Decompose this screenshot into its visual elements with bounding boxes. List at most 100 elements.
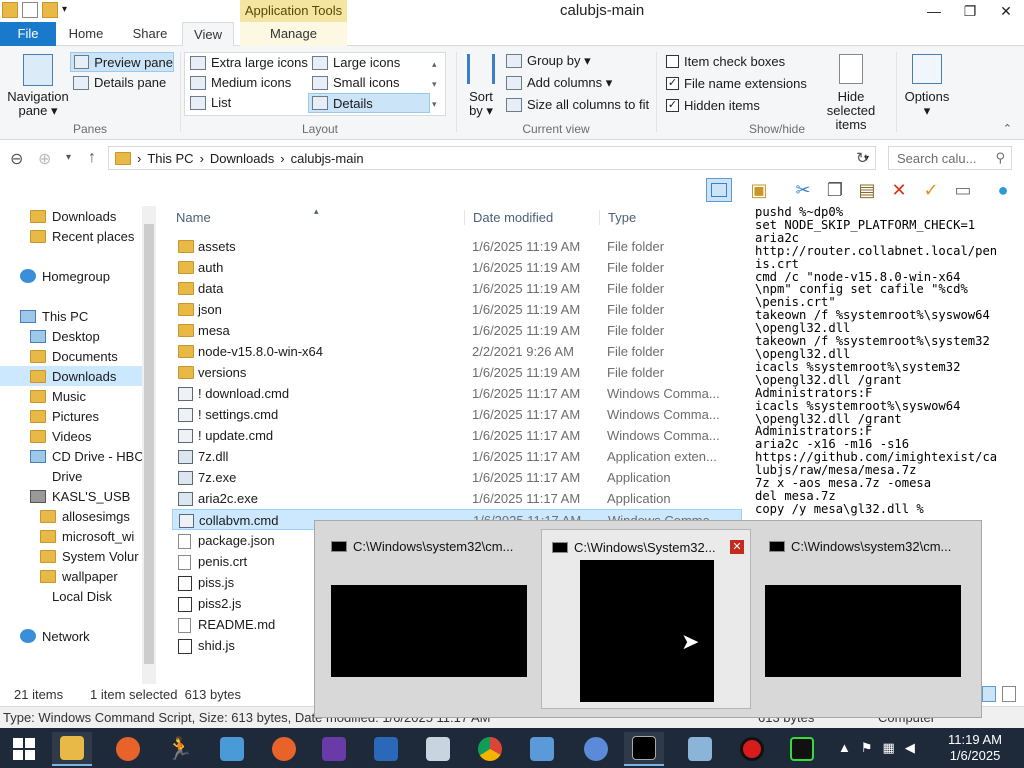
extra-large-icons-option[interactable]: Extra large icons [190, 55, 308, 70]
thumbnail-cmd-3[interactable]: C:\Windows\system32\cm... [759, 529, 969, 709]
start-button[interactable] [4, 732, 44, 766]
nav-item-drive[interactable]: Drive [30, 466, 82, 486]
hidden-items-toggle[interactable]: ✓ Hidden items [666, 98, 760, 113]
details-pane-button[interactable]: Details pane [73, 75, 166, 90]
layout-scroll-icon[interactable]: ▴ ▾ ▾ [432, 54, 437, 114]
nav-item-music[interactable]: Music [30, 386, 86, 406]
rename-icon[interactable]: ▭ [950, 178, 976, 202]
properties-icon[interactable] [22, 2, 38, 18]
hide-selected-items-button[interactable]: Hide selected items [812, 54, 890, 132]
thumbnail-cmd-1[interactable]: C:\Windows\system32\cm... [321, 529, 531, 709]
collapse-ribbon-icon[interactable]: ⌃ [1003, 122, 1012, 135]
file-row[interactable]: ! download.cmd 1/6/2025 11:17 AM Windows C… [172, 383, 742, 404]
tab-view[interactable]: View [182, 22, 234, 47]
file-row[interactable]: json 1/6/2025 11:19 AM File folder [172, 299, 742, 320]
nav-item-network[interactable]: Network [20, 626, 90, 646]
sort-by-button[interactable]: Sort by ▾ [464, 54, 498, 118]
nav-item-recent-places[interactable]: Recent places [30, 226, 134, 246]
qat-dropdown-icon[interactable]: ▾ [62, 2, 67, 18]
options-button[interactable]: Options ▾ [902, 54, 952, 118]
forward-button[interactable]: ⊕ [38, 149, 51, 169]
delete-icon[interactable]: ✕ [886, 178, 912, 202]
nav-scrollbar-thumb[interactable] [144, 224, 154, 664]
clock[interactable]: 11:19 AM 1/6/2025 [948, 732, 1002, 764]
nav-item-pictures[interactable]: Pictures [30, 406, 99, 426]
nav-item-homegroup[interactable]: Homegroup [20, 266, 110, 286]
file-row[interactable]: versions 1/6/2025 11:19 AM File folder [172, 362, 742, 383]
folder-icon[interactable] [2, 2, 18, 18]
group-by-button[interactable]: Group by ▾ [506, 53, 591, 69]
nav-item-videos[interactable]: Videos [30, 426, 92, 446]
globe-icon[interactable]: ● [990, 178, 1016, 202]
breadcrumb-downloads[interactable]: Downloads [210, 151, 274, 166]
thumbnail-cmd-2[interactable]: C:\Windows\System32... ✕ [541, 529, 751, 709]
taskbar-chromium[interactable] [576, 732, 616, 766]
search-input[interactable]: Search calu... ⚲ [888, 146, 1012, 170]
medium-icons-option[interactable]: Medium icons [190, 75, 291, 90]
tab-share[interactable]: Share [124, 22, 176, 46]
large-icons-view-icon[interactable] [1002, 686, 1016, 702]
taskbar-terminal[interactable] [782, 732, 822, 766]
file-row[interactable]: ! settings.cmd 1/6/2025 11:17 AM Windows C… [172, 404, 742, 425]
nav-item-usb[interactable]: KASL'S_USB [30, 486, 130, 506]
nav-item-cd-drive[interactable]: CD Drive - HBC [30, 446, 144, 466]
taskbar-command-prompt[interactable] [624, 732, 664, 766]
tab-file[interactable]: File [0, 22, 56, 46]
nav-item-system-volume[interactable]: System Volur [40, 546, 139, 566]
file-row[interactable]: mesa 1/6/2025 11:19 AM File folder [172, 320, 742, 341]
preview-toggle-icon[interactable] [706, 178, 732, 202]
cut-icon[interactable]: ✂ [790, 178, 816, 202]
taskbar-powershell[interactable] [366, 732, 406, 766]
file-row[interactable]: assets 1/6/2025 11:19 AM File folder [172, 236, 742, 257]
breadcrumb-calubjs-main[interactable]: calubjs-main [291, 151, 364, 166]
nav-item-downloads-quick[interactable]: Downloads [30, 206, 116, 226]
recent-locations-icon[interactable]: ▾ [66, 152, 71, 163]
file-row[interactable]: ! update.cmd 1/6/2025 11:17 AM Windows Com… [172, 425, 742, 446]
nav-item-this-pc[interactable]: This PC [20, 306, 88, 326]
preview-pane-button[interactable]: Preview pane [70, 52, 174, 72]
taskbar-control-panel[interactable] [522, 732, 562, 766]
size-all-columns-button[interactable]: Size all columns to fit [506, 97, 649, 112]
checkmark-icon[interactable]: ✓ [918, 178, 944, 202]
navigation-pane-button[interactable]: Navigation pane ▾ [6, 54, 70, 118]
taskbar-file-explorer[interactable] [52, 732, 92, 766]
taskbar-chip-app[interactable] [314, 732, 354, 766]
address-bar[interactable]: › This PC › Downloads › calubjs-main ▾ [108, 146, 876, 170]
volume-icon[interactable]: ◀ [905, 740, 915, 756]
taskbar-firefox[interactable] [108, 732, 148, 766]
taskbar-runner[interactable]: 🏃 [160, 732, 200, 766]
taskbar-record[interactable] [732, 732, 772, 766]
file-row[interactable]: auth 1/6/2025 11:19 AM File folder [172, 257, 742, 278]
nav-item-allosesimgs[interactable]: allosesimgs [40, 506, 130, 526]
nav-item-documents[interactable]: Documents [30, 346, 118, 366]
file-row[interactable]: node-v15.8.0-win-x64 2/2/2021 9:26 AM File… [172, 341, 742, 362]
close-thumbnail-button[interactable]: ✕ [730, 540, 744, 554]
up-button[interactable]: ↑ [88, 149, 96, 167]
taskbar-photos[interactable] [212, 732, 252, 766]
column-header-date[interactable]: Date modified [464, 210, 553, 225]
item-check-boxes-toggle[interactable]: Item check boxes [666, 54, 785, 69]
nav-item-local-disk[interactable]: Local Disk [30, 586, 112, 606]
close-button[interactable]: ✕ [988, 0, 1024, 22]
taskbar-chrome[interactable] [470, 732, 510, 766]
back-button[interactable]: ⊖ [10, 149, 23, 169]
nav-item-wallpaper[interactable]: wallpaper [40, 566, 118, 586]
refresh-icon[interactable]: ↻ [856, 149, 869, 167]
file-row[interactable]: data 1/6/2025 11:19 AM File folder [172, 278, 742, 299]
properties-icon[interactable]: ▣ [746, 178, 772, 202]
large-icons-option[interactable]: Large icons [312, 55, 400, 70]
taskbar-app[interactable] [418, 732, 458, 766]
details-view-icon[interactable] [982, 686, 996, 702]
small-icons-option[interactable]: Small icons [312, 75, 399, 90]
column-header-type[interactable]: Type [599, 210, 636, 225]
file-row[interactable]: aria2c.exe 1/6/2025 11:17 AM Application [172, 488, 742, 509]
tab-manage[interactable]: Manage [240, 22, 347, 46]
nav-item-downloads[interactable]: Downloads [0, 366, 142, 386]
show-hidden-icons-icon[interactable]: ▲ [838, 740, 851, 756]
copy-icon[interactable]: ❐ [822, 178, 848, 202]
file-row[interactable]: 7z.exe 1/6/2025 11:17 AM Application [172, 467, 742, 488]
tab-home[interactable]: Home [60, 22, 112, 46]
file-name-extensions-toggle[interactable]: ✓ File name extensions [666, 76, 807, 91]
taskbar-remote-desktop[interactable] [680, 732, 720, 766]
paste-icon[interactable]: ▤ [854, 178, 880, 202]
